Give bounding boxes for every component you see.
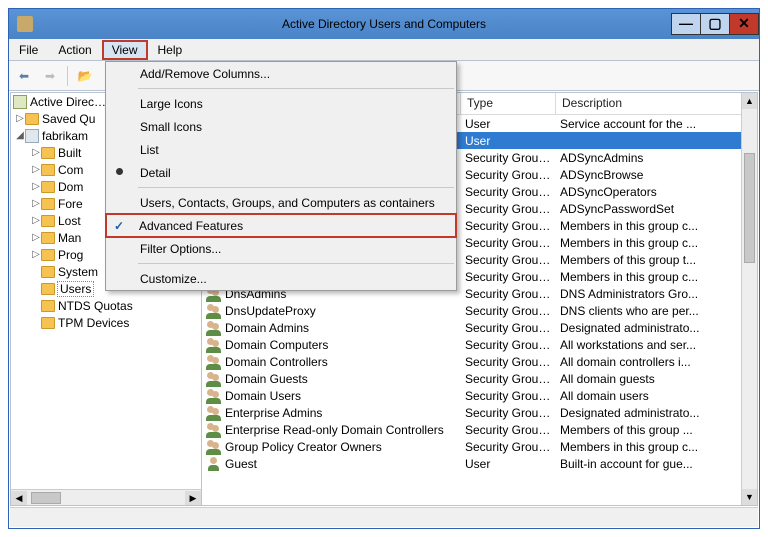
list-row[interactable]: Domain ComputersSecurity Group...All wor… (202, 336, 741, 353)
menu-list[interactable]: List (106, 138, 456, 161)
bullet-icon (116, 168, 123, 175)
folder-icon (41, 249, 55, 261)
menu-detail[interactable]: Detail (106, 161, 456, 184)
group-icon (206, 405, 222, 421)
folder-icon (41, 266, 55, 278)
menu-action[interactable]: Action (48, 40, 101, 60)
menu-filter-options[interactable]: Filter Options... (106, 237, 456, 260)
list-row[interactable]: Domain ControllersSecurity Group...All d… (202, 353, 741, 370)
folder-icon (41, 198, 55, 210)
folder-icon (41, 283, 55, 295)
menu-containers[interactable]: Users, Contacts, Groups, and Computers a… (106, 191, 456, 214)
folder-icon (41, 232, 55, 244)
scroll-left[interactable]: ◀ (11, 491, 27, 505)
scroll-right[interactable]: ▶ (185, 491, 201, 505)
list-row[interactable]: Enterprise AdminsSecurity Group...Design… (202, 404, 741, 421)
col-type[interactable]: Type (461, 93, 556, 114)
folder-icon (41, 181, 55, 193)
aduc-icon (13, 95, 27, 109)
group-icon (206, 303, 222, 319)
folder-icon (41, 317, 55, 329)
menu-help[interactable]: Help (148, 40, 193, 60)
folder-icon (41, 215, 55, 227)
tree-node-ntds-quotas[interactable]: NTDS Quotas (11, 297, 201, 314)
menubar: File Action View Help (9, 39, 759, 61)
up-button[interactable]: 📂 (74, 65, 96, 87)
vscroll-thumb[interactable] (744, 153, 755, 263)
group-icon (206, 371, 222, 387)
folder-icon (41, 300, 55, 312)
menu-add-remove-columns[interactable]: Add/Remove Columns... (106, 62, 456, 85)
statusbar (10, 507, 758, 527)
menu-file[interactable]: File (9, 40, 48, 60)
group-icon (206, 422, 222, 438)
aduc-window: Active Directory Users and Computers — ▢… (8, 8, 760, 529)
tree-node-tpm-devices[interactable]: TPM Devices (11, 314, 201, 331)
menu-view[interactable]: View (102, 40, 148, 60)
list-row[interactable]: Enterprise Read-only Domain ControllersS… (202, 421, 741, 438)
list-row[interactable]: Domain UsersSecurity Group...All domain … (202, 387, 741, 404)
list-row[interactable]: GuestUserBuilt-in account for gue... (202, 455, 741, 472)
group-icon (206, 354, 222, 370)
scroll-down[interactable]: ▼ (742, 489, 757, 505)
window-title: Active Directory Users and Computers (9, 17, 759, 31)
domain-icon (25, 129, 39, 143)
check-icon: ✓ (114, 219, 124, 233)
view-menu-dropdown: Add/Remove Columns... Large Icons Small … (105, 61, 457, 291)
group-icon (206, 439, 222, 455)
menu-customize[interactable]: Customize... (106, 267, 456, 290)
list-row[interactable]: Domain AdminsSecurity Group...Designated… (202, 319, 741, 336)
scroll-thumb[interactable] (31, 492, 61, 504)
group-icon (206, 388, 222, 404)
back-button[interactable]: ⬅ (13, 65, 35, 87)
titlebar[interactable]: Active Directory Users and Computers — ▢… (9, 9, 759, 39)
user-icon (206, 456, 222, 472)
tree-hscrollbar[interactable]: ◀ ▶ (11, 489, 201, 505)
list-row[interactable]: Domain GuestsSecurity Group...All domain… (202, 370, 741, 387)
scroll-up[interactable]: ▲ (742, 93, 757, 109)
list-row[interactable]: DnsUpdateProxySecurity Group...DNS clien… (202, 302, 741, 319)
menu-advanced-features[interactable]: ✓Advanced Features (105, 213, 457, 238)
group-icon (206, 320, 222, 336)
menu-large-icons[interactable]: Large Icons (106, 92, 456, 115)
folder-icon (41, 164, 55, 176)
col-description[interactable]: Description (556, 93, 757, 114)
forward-button[interactable]: ➡ (39, 65, 61, 87)
folder-icon (25, 113, 39, 125)
list-row[interactable]: Group Policy Creator OwnersSecurity Grou… (202, 438, 741, 455)
group-icon (206, 337, 222, 353)
folder-icon (41, 147, 55, 159)
list-vscrollbar[interactable]: ▲ ▼ (741, 93, 757, 505)
menu-small-icons[interactable]: Small Icons (106, 115, 456, 138)
